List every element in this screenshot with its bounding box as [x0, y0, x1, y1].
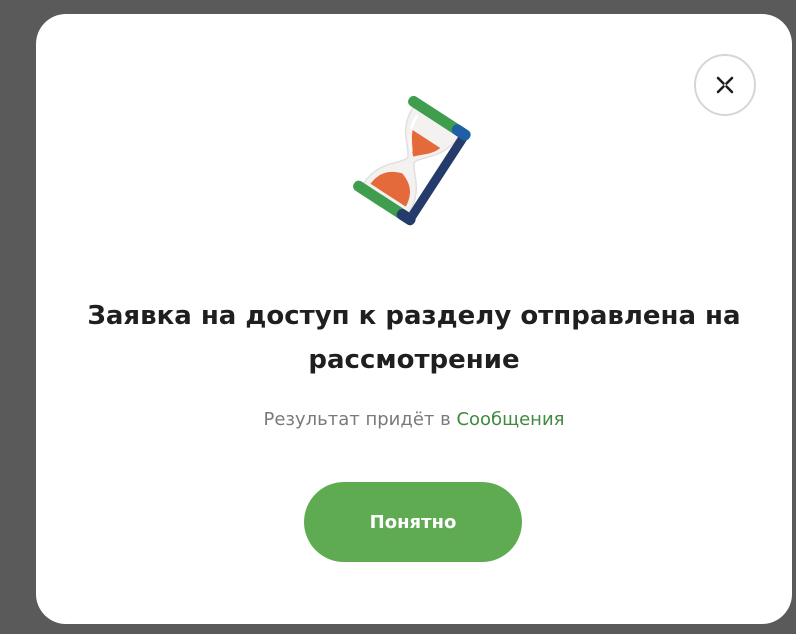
messages-link[interactable]: Сообщения	[456, 409, 564, 430]
dialog-title: Заявка на доступ к разделу отправлена на…	[87, 301, 741, 375]
hourglass-icon	[353, 95, 471, 226]
close-icon	[716, 76, 734, 94]
close-button[interactable]	[694, 54, 756, 116]
ok-button[interactable]: Понятно	[304, 482, 522, 562]
dialog-subtitle: Результат придёт в Сообщения	[76, 407, 752, 433]
subtitle-text: Результат придёт в	[263, 409, 451, 430]
access-request-dialog: Заявка на доступ к разделу отправлена на…	[36, 14, 792, 624]
